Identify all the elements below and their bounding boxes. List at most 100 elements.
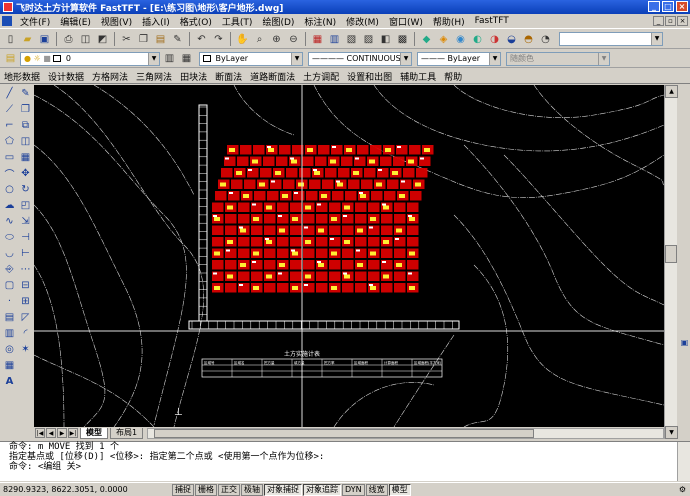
construction-line-icon[interactable]: ⟋ (2, 102, 17, 117)
layer-previous-icon[interactable]: ▦ (179, 51, 194, 66)
fast-menu-earth-allocation[interactable]: 土方调配 (299, 70, 343, 83)
arc-icon[interactable]: ⌒ (2, 166, 17, 181)
sheet-set-icon[interactable]: ▨ (361, 32, 376, 47)
trim-icon[interactable]: ⊣ (18, 230, 33, 245)
new-icon[interactable]: ▯ (3, 32, 18, 47)
fast-menu-triangle-method[interactable]: 三角网法 (132, 70, 176, 83)
polyline-icon[interactable]: ⌐ (2, 118, 17, 133)
rectangle-icon[interactable]: ▭ (2, 150, 17, 165)
menu-edit[interactable]: 编辑(E) (55, 15, 96, 28)
snap-toggle[interactable]: 捕捉 (172, 483, 194, 496)
command-window[interactable]: 命令: m MOVE 找到 1 个 指定基点或 [位移(D)] <位移>: 指定… (0, 441, 690, 481)
vertical-scrollbar[interactable]: ▲ ▼ (664, 85, 678, 439)
fast-menu-field-method[interactable]: 田块法 (176, 70, 211, 83)
zoom-previous-icon[interactable]: ⊖ (286, 32, 301, 47)
layer-tool-icon-5[interactable]: ◑ (487, 32, 502, 47)
erase-icon[interactable]: ✎ (18, 86, 33, 101)
join-icon[interactable]: ⊞ (18, 294, 33, 309)
vehicle-icon[interactable]: ▣ (679, 335, 690, 350)
dyn-toggle[interactable]: DYN (342, 483, 365, 496)
point-icon[interactable]: · (2, 294, 17, 309)
make-block-icon[interactable]: ▢ (2, 278, 17, 293)
calculator-icon[interactable]: ▩ (395, 32, 410, 47)
line-icon[interactable]: ╱ (2, 86, 17, 101)
chamfer-icon[interactable]: ◸ (18, 310, 33, 325)
offset-icon[interactable]: ◫ (18, 134, 33, 149)
fast-menu-terrain-data[interactable]: 地形数据 (0, 70, 44, 83)
layer-tool-icon-2[interactable]: ◈ (436, 32, 451, 47)
ellipse-arc-icon[interactable]: ◡ (2, 246, 17, 261)
layer-tool-icon-4[interactable]: ◐ (470, 32, 485, 47)
properties-icon[interactable]: ▦ (310, 32, 325, 47)
scroll-thumb[interactable] (665, 245, 677, 263)
stretch-icon[interactable]: ⇲ (18, 214, 33, 229)
tab-first-icon[interactable]: |◀ (35, 428, 45, 438)
region-icon[interactable]: ◎ (2, 342, 17, 357)
pan-icon[interactable]: ✋ (235, 32, 250, 47)
table-icon[interactable]: ▦ (2, 358, 17, 373)
otrack-toggle[interactable]: 对象追踪 (303, 483, 341, 496)
menu-draw[interactable]: 绘图(D) (257, 15, 299, 28)
menu-insert[interactable]: 插入(I) (137, 15, 175, 28)
save-icon[interactable]: ▣ (37, 32, 52, 47)
open-icon[interactable]: ▰ (20, 32, 35, 47)
markup-icon[interactable]: ◧ (378, 32, 393, 47)
fast-menu-road-section-method[interactable]: 道路断面法 (246, 70, 299, 83)
fast-menu-aux-tools[interactable]: 辅助工具 (396, 70, 440, 83)
ortho-toggle[interactable]: 正交 (218, 483, 240, 496)
gradient-icon[interactable]: ▥ (2, 326, 17, 341)
tool-palette-icon[interactable]: ▧ (344, 32, 359, 47)
cut-icon[interactable]: ✂ (119, 32, 134, 47)
preview-icon[interactable]: ◫ (78, 32, 93, 47)
copy-object-icon[interactable]: ❐ (18, 102, 33, 117)
explode-icon[interactable]: ✶ (18, 342, 33, 357)
design-center-icon[interactable]: ▥ (327, 32, 342, 47)
command-scrollbar[interactable] (677, 442, 690, 481)
insert-block-icon[interactable]: ⎆ (2, 262, 17, 277)
paste-icon[interactable]: ▤ (153, 32, 168, 47)
layer-tool-icon-1[interactable]: ◆ (419, 32, 434, 47)
menu-dimension[interactable]: 标注(N) (299, 15, 341, 28)
horizontal-scrollbar[interactable] (147, 427, 664, 439)
layer-manager-icon[interactable]: ▤ (3, 51, 18, 66)
grid-toggle[interactable]: 栅格 (195, 483, 217, 496)
tab-last-icon[interactable]: ▶| (68, 428, 78, 438)
mirror-icon[interactable]: ⧉ (18, 118, 33, 133)
fast-menu-help[interactable]: 帮助 (440, 70, 466, 83)
scale-icon[interactable]: ◰ (18, 198, 33, 213)
revcloud-icon[interactable]: ☁ (2, 198, 17, 213)
tray-settings-icon[interactable]: ⚙ (679, 485, 686, 494)
osnap-toggle[interactable]: 对象捕捉 (264, 483, 302, 496)
menu-file[interactable]: 文件(F) (15, 15, 55, 28)
match-properties-icon[interactable]: ✎ (170, 32, 185, 47)
menu-help[interactable]: 帮助(H) (428, 15, 470, 28)
rotate-icon[interactable]: ↻ (18, 182, 33, 197)
drawing-canvas[interactable]: 土方实施计表 区域号 区域名 挖方量 填方量 挖方率 区域面积 计算面积 区域面积(平方米) … (34, 85, 664, 427)
fast-menu-section-method[interactable]: 断面法 (211, 70, 246, 83)
model-toggle[interactable]: 模型 (388, 483, 411, 496)
copy-icon[interactable]: ❐ (136, 32, 151, 47)
multiline-text-icon[interactable]: A (2, 374, 17, 389)
layer-select[interactable]: ● ☼ ■ 0 ▼ (20, 51, 160, 66)
fillet-icon[interactable]: ◜ (18, 326, 33, 341)
lineweight-select[interactable]: ——— ByLayer ▼ (417, 51, 501, 66)
close-button[interactable]: × (676, 1, 688, 12)
scroll-up-icon[interactable]: ▲ (665, 85, 678, 98)
move-icon[interactable]: ✥ (18, 166, 33, 181)
layer-tool-icon-6[interactable]: ◒ (504, 32, 519, 47)
tab-model[interactable]: 模型 (80, 427, 108, 439)
color-select[interactable]: ByLayer ▼ (199, 51, 303, 66)
fast-menu-design-data[interactable]: 设计数据 (44, 70, 88, 83)
doc-restore-button[interactable]: ▫ (665, 16, 676, 26)
fast-menu-settings-output[interactable]: 设置和出图 (343, 70, 396, 83)
menu-view[interactable]: 视图(V) (96, 15, 137, 28)
menu-format[interactable]: 格式(O) (175, 15, 217, 28)
menu-fasttft[interactable]: FastTFT (470, 16, 514, 26)
extend-icon[interactable]: ⊢ (18, 246, 33, 261)
linetype-select[interactable]: ———— CONTINUOUS ▼ (308, 51, 412, 66)
menu-window[interactable]: 窗口(W) (384, 15, 428, 28)
doc-close-button[interactable]: × (677, 16, 688, 26)
lineweight-toggle[interactable]: 线宽 (365, 483, 388, 496)
print-icon[interactable]: ⎙ (61, 32, 76, 47)
command-prompt[interactable]: 命令: <编组 关> (9, 462, 690, 472)
